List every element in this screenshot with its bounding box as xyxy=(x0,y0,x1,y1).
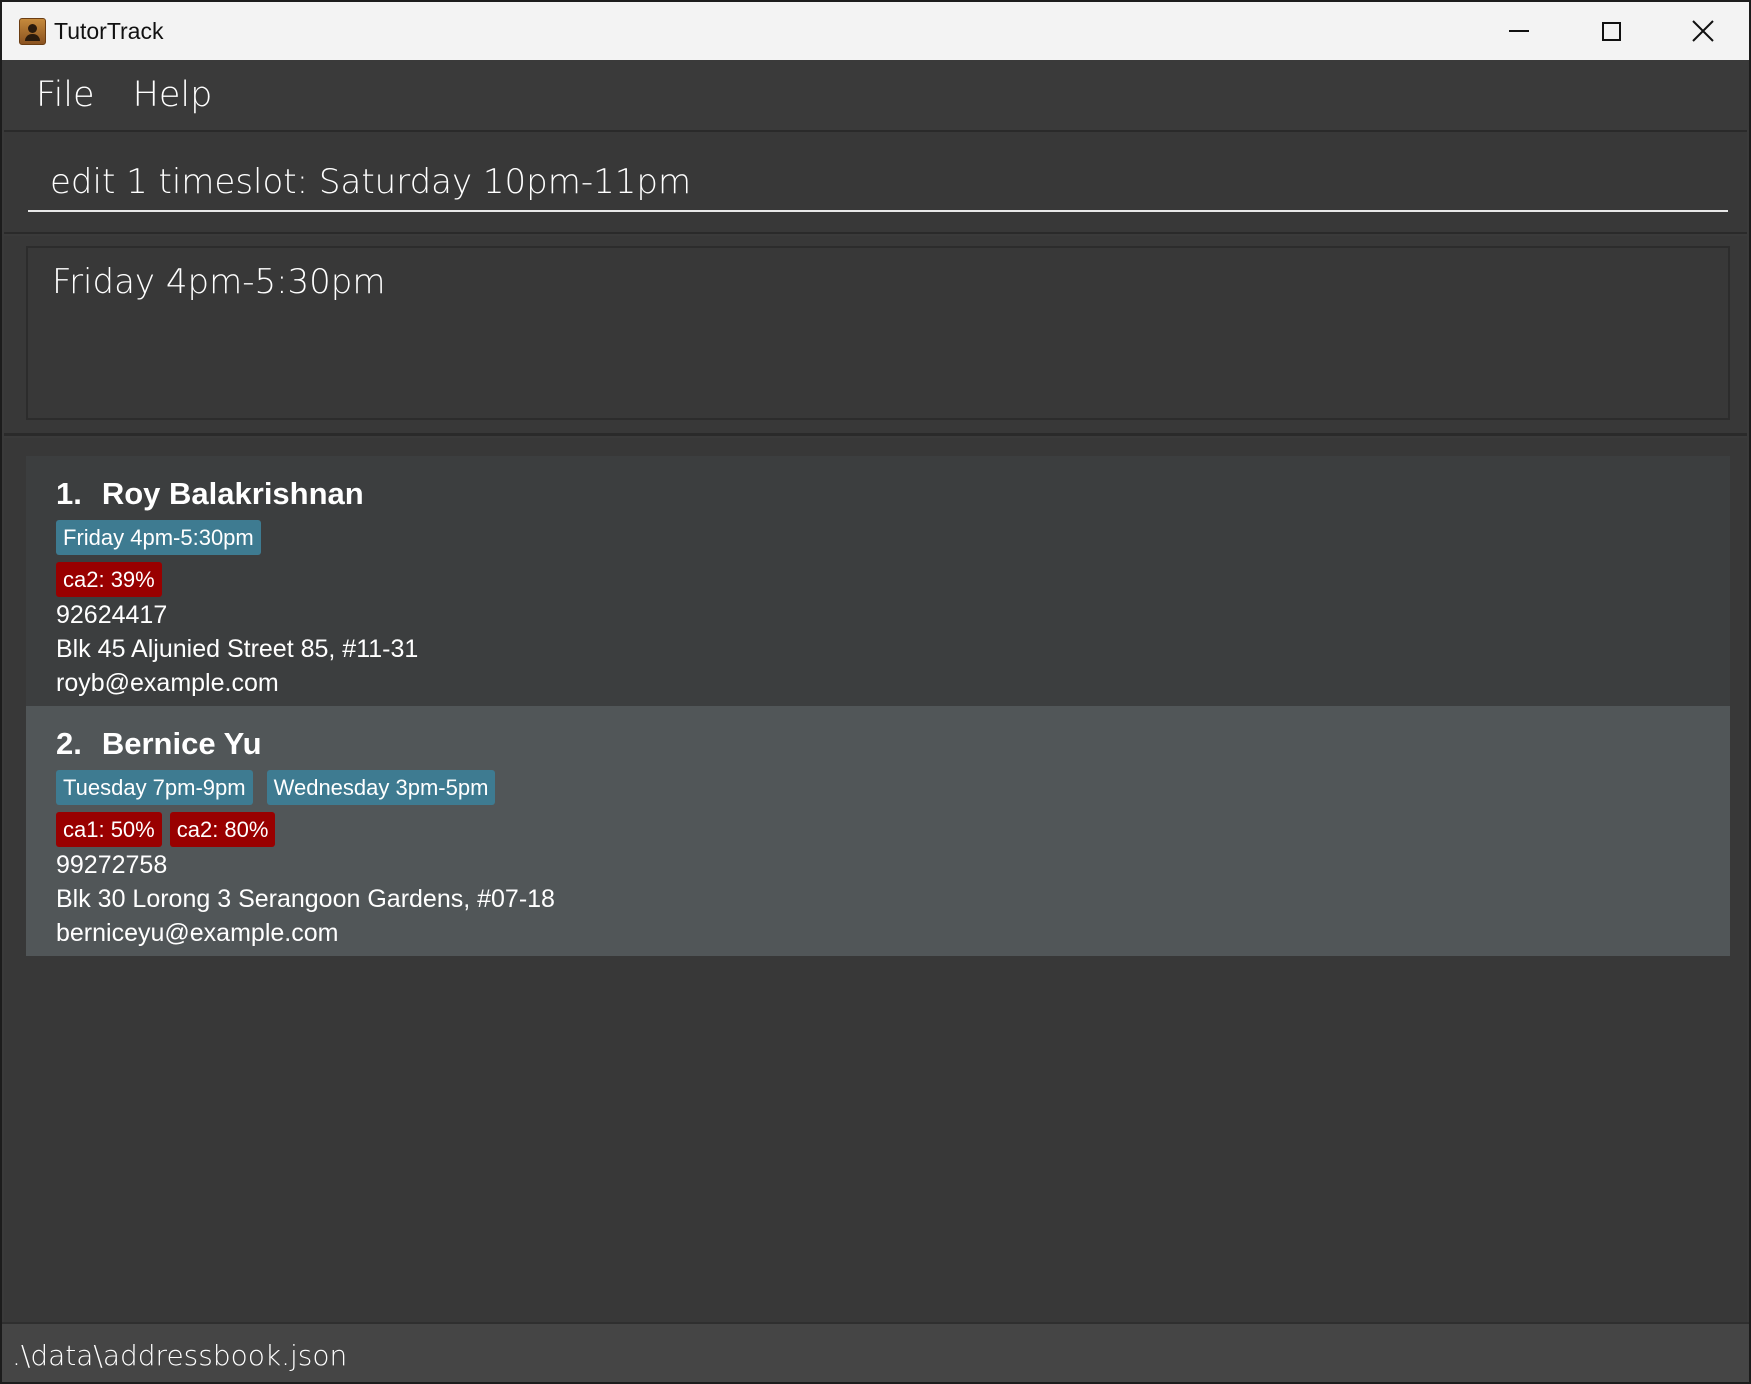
person-card[interactable]: 1. Roy Balakrishnan Friday 4pm-5:30pm ca2… xyxy=(26,456,1730,706)
person-name-row: 1. Roy Balakrishnan xyxy=(56,472,1730,516)
person-list[interactable]: 1. Roy Balakrishnan Friday 4pm-5:30pm ca2… xyxy=(4,438,1747,1322)
close-icon xyxy=(1692,20,1714,42)
title-bar[interactable]: TutorTrack xyxy=(2,2,1749,60)
status-bar: .\data\addressbook.json xyxy=(2,1322,1749,1382)
command-input[interactable] xyxy=(28,154,1728,212)
minimize-button[interactable] xyxy=(1473,2,1565,60)
timeslot-tags: Friday 4pm-5:30pm xyxy=(56,520,1730,556)
close-button[interactable] xyxy=(1657,2,1749,60)
menu-help[interactable]: Help xyxy=(133,75,213,115)
app-window: TutorTrack File Help Friday 4pm-5:30pm 1… xyxy=(0,0,1751,1384)
grade-tags: ca1: 50% ca2: 80% xyxy=(56,812,1730,848)
result-display-panel: Friday 4pm-5:30pm xyxy=(4,236,1747,436)
person-name: Bernice Yu xyxy=(101,726,262,761)
person-address: Blk 30 Lorong 3 Serangoon Gardens, #07-1… xyxy=(56,885,555,913)
window-controls xyxy=(1473,2,1749,60)
person-card-selected[interactable]: 2. Bernice Yu Tuesday 7pm-9pm Wednesday 3… xyxy=(26,706,1730,956)
result-text: Friday 4pm-5:30pm xyxy=(52,262,386,302)
grade-tag: ca2: 39% xyxy=(56,562,162,597)
minimize-icon xyxy=(1509,30,1529,32)
person-name-row: 2. Bernice Yu xyxy=(56,722,1730,766)
grade-tag: ca1: 50% xyxy=(56,812,162,847)
grade-tag: ca2: 80% xyxy=(169,812,276,847)
timeslot-tag: Wednesday 3pm-5pm xyxy=(266,770,496,805)
timeslot-tag: Tuesday 7pm-9pm xyxy=(56,770,253,805)
result-display[interactable]: Friday 4pm-5:30pm xyxy=(26,246,1730,420)
timeslot-tags: Tuesday 7pm-9pm Wednesday 3pm-5pm xyxy=(56,770,1730,806)
menu-bar: File Help xyxy=(2,60,1749,130)
person-index: 1. xyxy=(56,476,82,511)
maximize-button[interactable] xyxy=(1565,2,1657,60)
maximize-icon xyxy=(1601,21,1621,41)
contact-book-icon xyxy=(19,17,46,45)
window-title: TutorTrack xyxy=(54,17,164,44)
person-phone: 92624417 xyxy=(56,601,168,629)
person-address: Blk 45 Aljunied Street 85, #11-31 xyxy=(56,635,419,663)
person-name: Roy Balakrishnan xyxy=(101,476,364,511)
save-location: .\data\addressbook.json xyxy=(12,1338,348,1372)
command-box xyxy=(4,130,1747,234)
menu-file[interactable]: File xyxy=(36,75,95,115)
grade-tags: ca2: 39% xyxy=(56,562,1730,598)
person-phone: 99272758 xyxy=(56,851,168,879)
timeslot-tag: Friday 4pm-5:30pm xyxy=(56,520,261,555)
person-email: berniceyu@example.com xyxy=(56,919,339,947)
person-email: royb@example.com xyxy=(56,669,279,697)
person-index: 2. xyxy=(56,726,82,761)
